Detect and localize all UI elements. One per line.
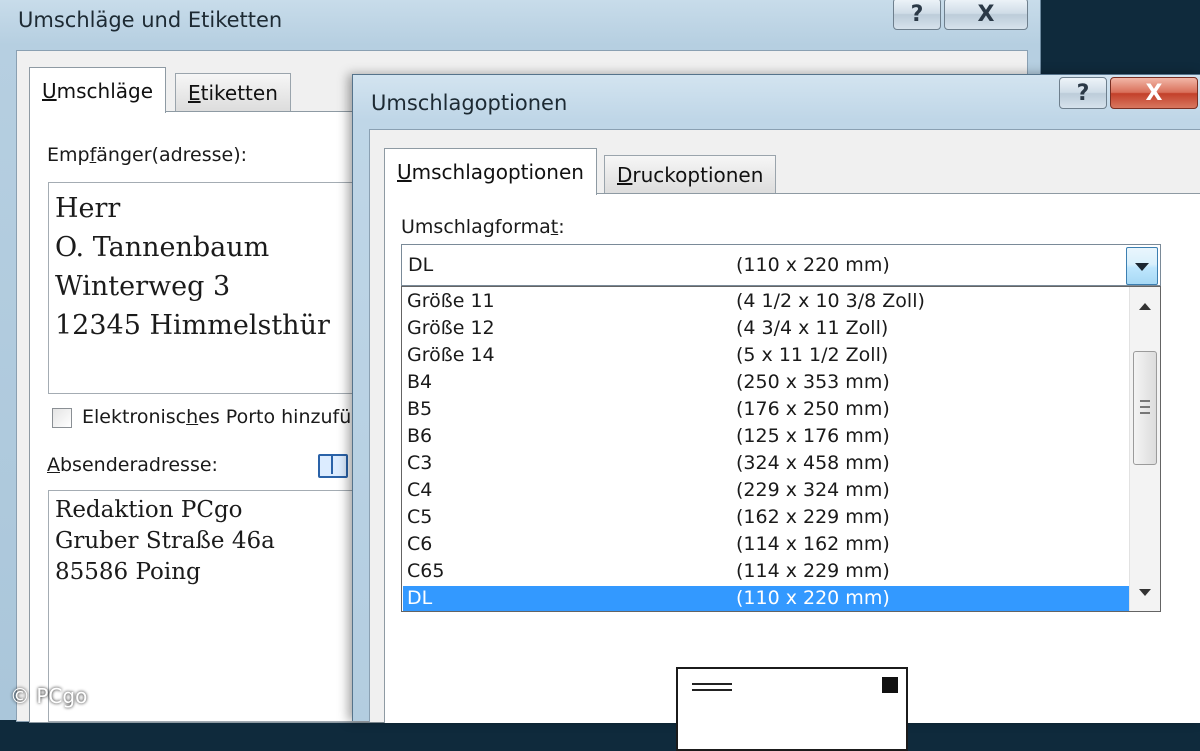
tab-labels-label: Etiketten <box>188 81 278 105</box>
list-item[interactable]: Größe 11 (4 1/2 x 10 3/8 Zoll) <box>403 289 1129 316</box>
list-item[interactable]: B6 (125 x 176 mm) <box>403 424 1129 451</box>
list-item[interactable]: Größe 12 (4 3/4 x 11 Zoll) <box>403 316 1129 343</box>
list-item[interactable]: C3 (324 x 458 mm) <box>403 451 1129 478</box>
scrollbar-thumb[interactable] <box>1133 351 1157 465</box>
tab-envelopes[interactable]: Umschläge <box>29 67 167 113</box>
tab-envelope-options[interactable]: Umschlagoptionen <box>384 148 597 195</box>
list-item[interactable]: C65 (114 x 229 mm) <box>403 559 1129 586</box>
tab-envelope-options-label: Umschlagoptionen <box>397 160 584 184</box>
tab-print-options[interactable]: Druckoptionen <box>604 155 777 194</box>
envelope-format-list[interactable]: Größe 11 (4 1/2 x 10 3/8 Zoll) Größe 12 (4… <box>401 286 1161 612</box>
tab-envelopes-label: Umschläge <box>42 78 154 103</box>
scroll-up-icon[interactable] <box>1139 303 1151 310</box>
tab-print-options-label: Druckoptionen <box>617 163 764 187</box>
sender-address-label: Absenderadresse: <box>47 454 218 476</box>
stamp-icon <box>882 677 898 693</box>
list-item[interactable]: C6 (114 x 162 mm) <box>403 532 1129 559</box>
window-title: Umschläge und Etiketten <box>18 8 283 32</box>
recipient-label: Empfänger(adresse): <box>47 144 248 166</box>
close-button[interactable]: X <box>944 0 1028 30</box>
electronic-postage-label: Elektronisches Porto hinzufü <box>82 406 352 428</box>
chevron-down-icon[interactable] <box>1126 247 1158 285</box>
list-item[interactable]: Größe 14 (5 x 11 1/2 Zoll) <box>403 343 1129 370</box>
list-item[interactable]: C4 (229 x 324 mm) <box>403 478 1129 505</box>
dialog-close-button[interactable]: X <box>1110 77 1198 109</box>
envelope-format-label: Umschlagformat: <box>401 216 565 238</box>
help-button[interactable]: ? <box>893 0 941 30</box>
scroll-down-icon[interactable] <box>1139 589 1151 596</box>
envelope-format-dropdown[interactable]: DL (110 x 220 mm) <box>401 244 1161 286</box>
selected-format-name: DL <box>408 254 434 276</box>
list-item[interactable]: B4 (250 x 353 mm) <box>403 370 1129 397</box>
list-item[interactable]: C5 (162 x 229 mm) <box>403 505 1129 532</box>
list-scrollbar[interactable] <box>1129 287 1160 611</box>
electronic-postage-checkbox[interactable] <box>52 408 72 428</box>
help-icon: ? <box>910 1 924 27</box>
envelope-preview <box>676 667 908 751</box>
watermark: © PCgo <box>10 684 88 708</box>
dialog-title: Umschlagoptionen <box>371 91 568 115</box>
close-icon: X <box>977 1 995 27</box>
selected-format-size: (110 x 220 mm) <box>736 254 890 276</box>
close-icon: X <box>1145 80 1163 106</box>
help-icon: ? <box>1076 80 1090 106</box>
dialog-help-button[interactable]: ? <box>1059 77 1107 109</box>
envelope-options-dialog: Umschlagoptionen ? X Umschlagoptionen Dr… <box>352 74 1200 751</box>
tab-labels[interactable]: Etiketten <box>175 73 291 112</box>
list-item-selected[interactable]: DL (110 x 220 mm) <box>403 586 1129 611</box>
address-book-icon[interactable] <box>318 454 348 478</box>
list-item[interactable]: B5 (176 x 250 mm) <box>403 397 1129 424</box>
